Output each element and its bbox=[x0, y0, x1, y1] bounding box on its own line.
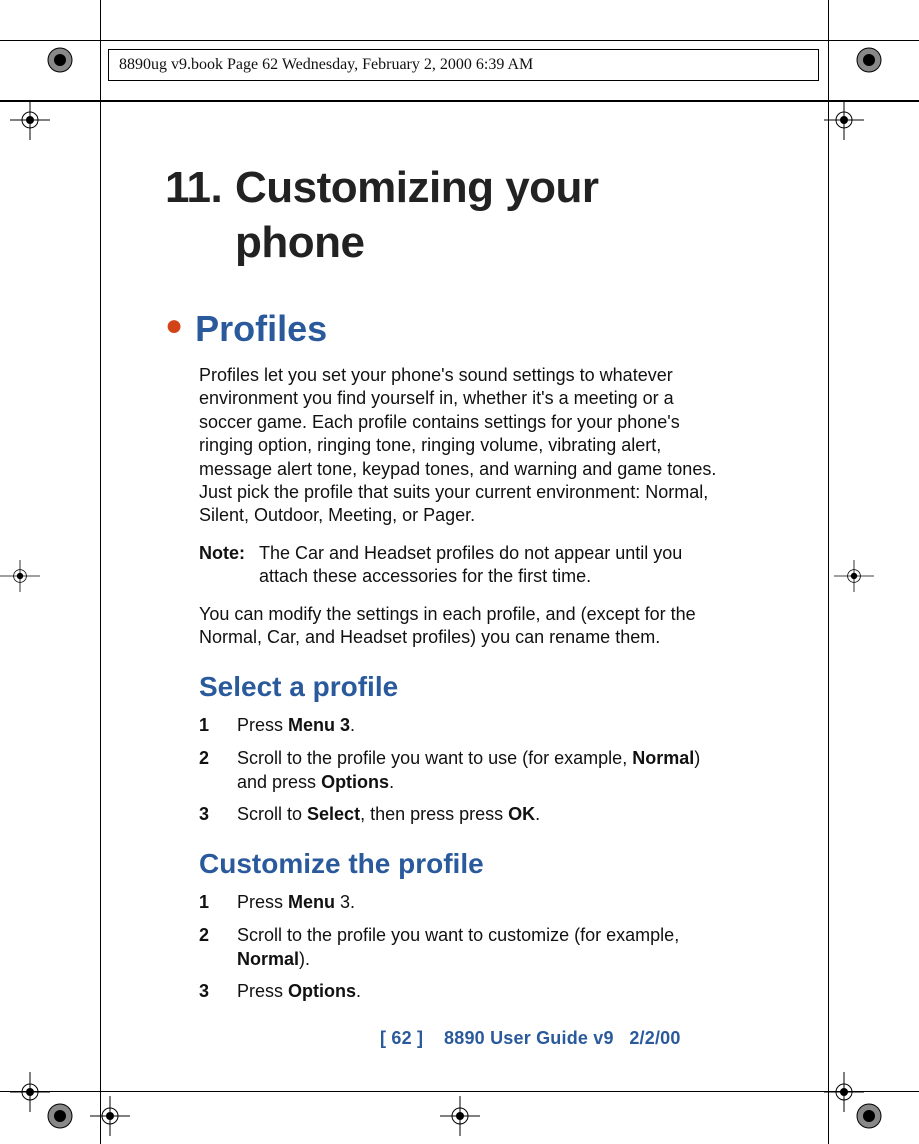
crop-line-bottom bbox=[0, 1091, 919, 1092]
crosshair-icon bbox=[824, 100, 864, 140]
page-header: 8890ug v9.book Page 62 Wednesday, Februa… bbox=[108, 49, 819, 81]
footer-date: 2/2/00 bbox=[629, 1028, 680, 1048]
step-text: Scroll to the profile you want to use (f… bbox=[237, 746, 725, 795]
registration-mark-icon bbox=[849, 1096, 889, 1136]
step-number: 2 bbox=[199, 746, 215, 795]
steps-list: 1 Press Menu 3. 2 Scroll to the profile … bbox=[165, 890, 725, 1003]
sub-heading: Customize the profile bbox=[165, 848, 725, 880]
step-text: Scroll to Select, then press press OK. bbox=[237, 802, 725, 826]
crop-line-right bbox=[828, 0, 829, 1144]
step-text: Press Menu 3. bbox=[237, 890, 725, 914]
paragraph: Profiles let you set your phone's sound … bbox=[165, 364, 725, 528]
step-item: 1 Press Menu 3. bbox=[199, 890, 725, 914]
step-text: Press Options. bbox=[237, 979, 725, 1003]
registration-mark-icon bbox=[40, 40, 80, 80]
page-footer: [ 62 ] 8890 User Guide v9 2/2/00 bbox=[380, 1028, 681, 1049]
chapter-title-line2: phone bbox=[235, 218, 364, 267]
note-block: Note: The Car and Headset profiles do no… bbox=[165, 542, 725, 589]
registration-mark-icon bbox=[849, 40, 889, 80]
crop-line-left bbox=[100, 0, 101, 1144]
step-text: Scroll to the profile you want to custom… bbox=[237, 923, 725, 972]
crosshair-icon bbox=[440, 1096, 480, 1136]
section-heading-row: ● Profiles bbox=[165, 308, 725, 350]
note-label: Note: bbox=[199, 542, 245, 589]
step-item: 2 Scroll to the profile you want to cust… bbox=[199, 923, 725, 972]
chapter-title-line1: Customizing your bbox=[235, 163, 599, 212]
crosshair-icon bbox=[834, 560, 874, 600]
step-number: 1 bbox=[199, 890, 215, 914]
crosshair-icon bbox=[0, 560, 40, 600]
step-text: Press Menu 3. bbox=[237, 713, 725, 737]
step-item: 1 Press Menu 3. bbox=[199, 713, 725, 737]
step-item: 3 Scroll to Select, then press press OK. bbox=[199, 802, 725, 826]
page-content: 11.Customizing your phone ● Profiles Prof… bbox=[165, 160, 725, 1004]
note-text: The Car and Headset profiles do not appe… bbox=[259, 542, 725, 589]
registration-mark-icon bbox=[40, 1096, 80, 1136]
step-item: 3 Press Options. bbox=[199, 979, 725, 1003]
paragraph: You can modify the settings in each prof… bbox=[165, 603, 725, 650]
chapter-number: 11. bbox=[165, 160, 235, 215]
sub-heading: Select a profile bbox=[165, 671, 725, 703]
step-number: 1 bbox=[199, 713, 215, 737]
guide-name: 8890 User Guide v9 bbox=[444, 1028, 614, 1048]
crosshair-icon bbox=[10, 100, 50, 140]
step-number: 2 bbox=[199, 923, 215, 972]
step-number: 3 bbox=[199, 979, 215, 1003]
steps-list: 1 Press Menu 3. 2 Scroll to the profile … bbox=[165, 713, 725, 826]
section-title: Profiles bbox=[195, 308, 327, 350]
crosshair-icon bbox=[90, 1096, 130, 1136]
bullet-icon: ● bbox=[165, 311, 183, 341]
step-number: 3 bbox=[199, 802, 215, 826]
crop-line-top bbox=[0, 40, 919, 41]
crop-line-top-inner bbox=[0, 100, 919, 102]
chapter-heading: 11.Customizing your phone bbox=[165, 160, 725, 270]
step-item: 2 Scroll to the profile you want to use … bbox=[199, 746, 725, 795]
page-number: [ 62 ] bbox=[380, 1028, 423, 1048]
